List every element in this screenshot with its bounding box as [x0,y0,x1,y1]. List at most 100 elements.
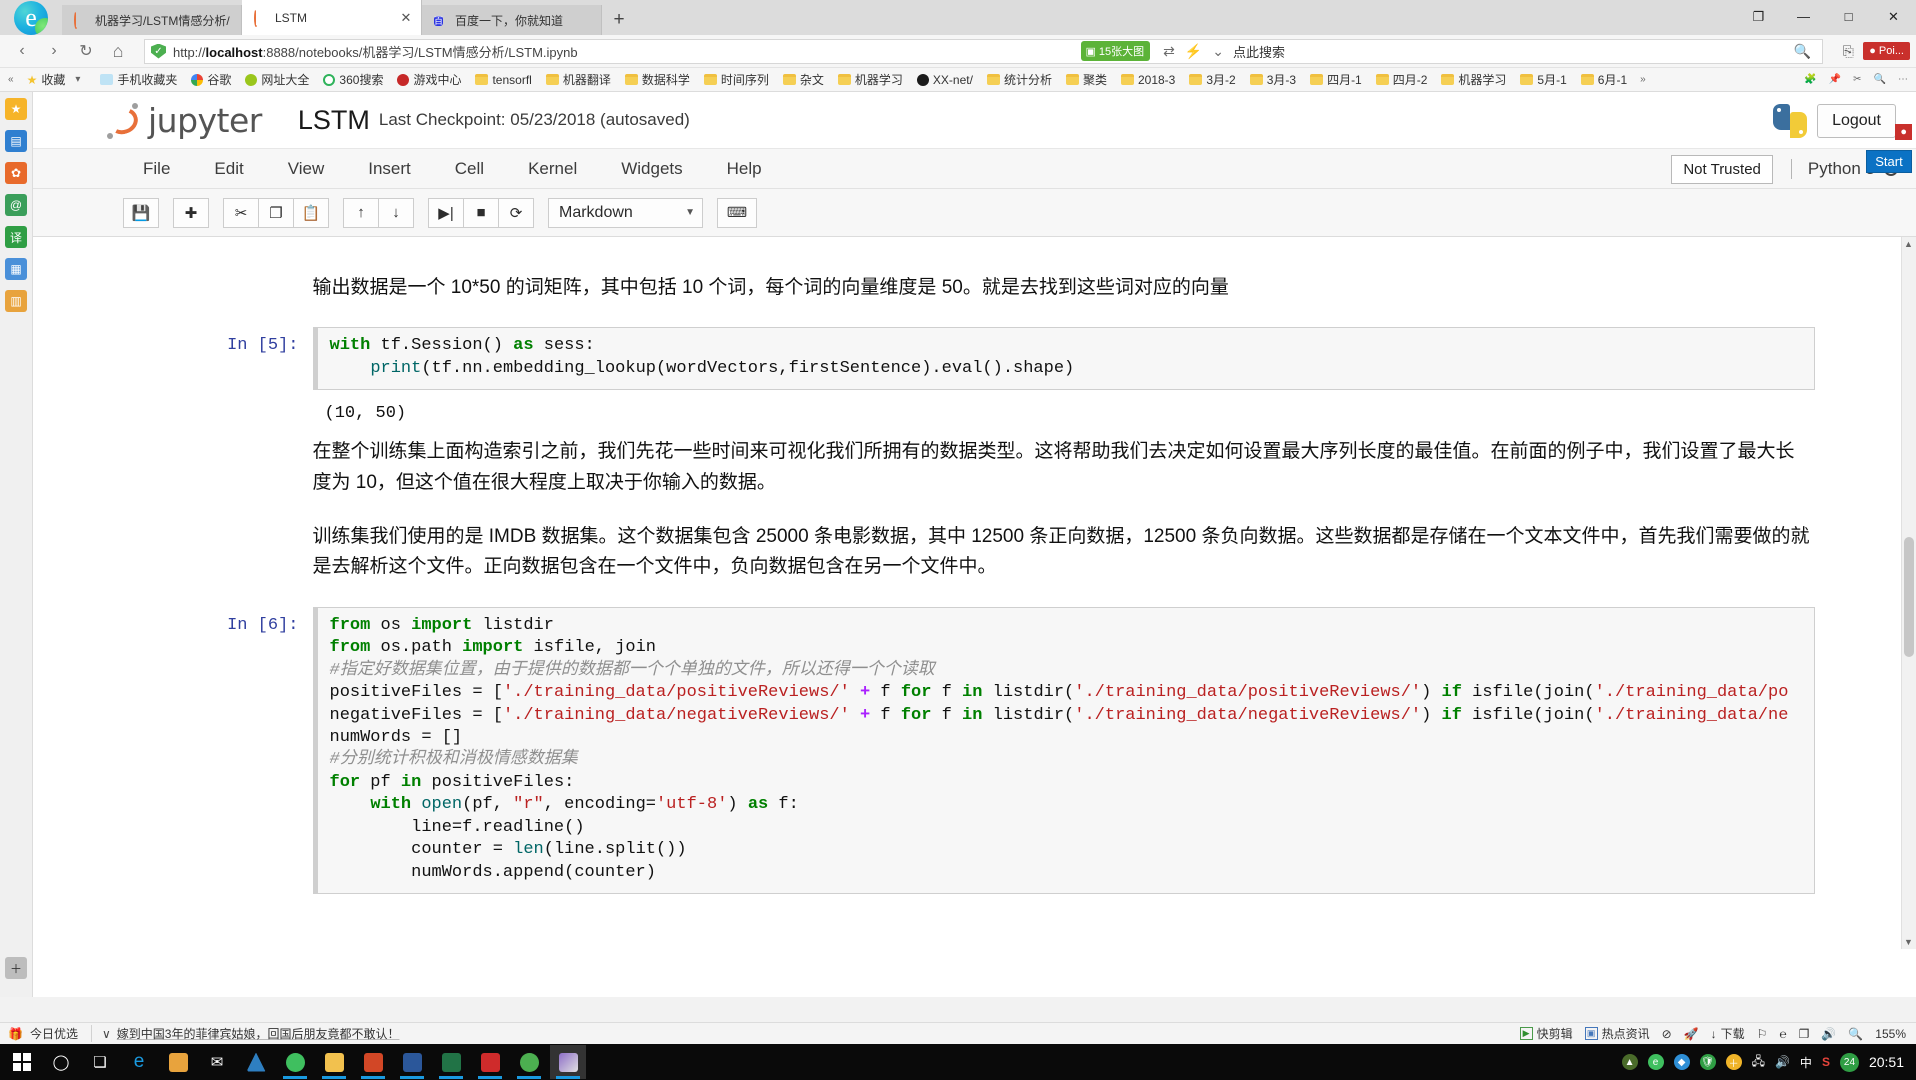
move-cell-down-button[interactable]: ↓ [378,197,414,228]
bookmark-item[interactable]: 3月-3 [1243,71,1303,88]
bookmark-item[interactable]: 聚类 [1059,71,1114,88]
menu-kernel[interactable]: Kernel [506,159,599,179]
extension-cut-icon[interactable]: ✂ [1847,74,1867,85]
poi-button[interactable]: ● Poi... [1863,42,1910,60]
menu-help[interactable]: Help [705,159,784,179]
translate-icon[interactable]: ⇄ [1158,43,1180,60]
window-icon[interactable]: ❐ [1799,1027,1810,1041]
sidebar-collect-icon[interactable]: ✿ [5,162,27,184]
search-hint-label[interactable]: 点此搜索 [1229,42,1285,61]
bookmarks-overflow-icon[interactable]: » [1634,74,1652,85]
hot-news-button[interactable]: ▣ 热点资讯 [1584,1025,1650,1042]
box-icon[interactable]: ◆ [1673,1054,1690,1070]
excel-icon[interactable] [433,1045,469,1079]
store-icon[interactable] [160,1045,196,1079]
trust-status-badge[interactable]: Not Trusted [1671,154,1773,184]
download-button[interactable]: ↓ 下载 [1711,1025,1745,1042]
cortana-icon[interactable]: ◯ [43,1045,79,1079]
paste-cell-button[interactable]: 📋 [293,197,329,228]
bookmark-item[interactable]: 手机收藏夹 [93,71,184,88]
bookmark-item[interactable]: 谷歌 [184,71,238,88]
foxmail-icon[interactable] [238,1045,274,1079]
insert-cell-below-button[interactable]: ✚ [173,197,209,228]
powerpoint-icon[interactable] [355,1045,391,1079]
wechat-icon[interactable] [511,1045,547,1079]
bookmark-item[interactable]: 机器翻译 [539,71,618,88]
back-icon[interactable]: ‹ [6,36,38,66]
search-icon[interactable]: 🔍 [1848,1027,1863,1041]
menu-insert[interactable]: Insert [346,159,433,179]
code-editor[interactable]: from os import listdir from os.path impo… [312,606,1815,895]
sidebar-note-icon[interactable]: ▦ [5,258,27,280]
browser-tab-1[interactable]: 机器学习/LSTM情感分析/ [62,5,242,35]
sidebar-mail-icon[interactable]: @ [5,194,27,216]
interrupt-kernel-button[interactable]: ■ [463,197,499,228]
ie-icon[interactable]: e [121,1045,157,1079]
cut-cell-button[interactable]: ✂ [223,197,259,228]
chevron-down-icon[interactable]: ⌄ [1207,43,1229,60]
bookmark-item[interactable]: 网址大全 [238,71,316,88]
bookmark-item[interactable]: 6月-1 [1574,71,1634,88]
menu-file[interactable]: File [121,159,192,179]
scrollbar-thumb[interactable] [1904,537,1914,657]
volume-icon[interactable]: 🔊 [1821,1027,1836,1041]
edge-icon[interactable] [277,1045,313,1079]
paint-icon[interactable] [550,1045,586,1079]
close-icon[interactable]: ✕ [399,10,413,26]
menu-edit[interactable]: Edit [192,159,265,179]
collapse-icon[interactable]: ∨ [102,1027,111,1041]
explorer-icon[interactable] [316,1045,352,1079]
taskview-icon[interactable]: ❏ [82,1045,118,1079]
close-window-icon[interactable]: ✕ [1871,0,1916,33]
notebook-scrollbar[interactable]: ▲ ▼ [1901,237,1916,949]
plus-icon[interactable]: ＋ [1725,1054,1742,1070]
bookmark-item[interactable]: 四月-2 [1369,71,1435,88]
maximize-icon[interactable]: □ [1826,0,1871,33]
sidebar-reading-icon[interactable]: ▤ [5,130,27,152]
restore-icon[interactable]: ❐ [1736,0,1781,33]
bookmark-item[interactable]: 数据科学 [618,71,697,88]
markdown-cell[interactable]: 输出数据是一个 10*50 的词矩阵，其中包括 10 个词，每个词的向量维度是 … [170,263,1815,317]
bookmark-item[interactable]: 统计分析 [980,71,1059,88]
browser-tab-2-active[interactable]: LSTM ✕ [242,0,422,35]
shield-icon[interactable]: 🛡 [1699,1054,1716,1070]
sidebar-book-icon[interactable]: ▥ [5,290,27,312]
zoom-level-label[interactable]: 155% [1875,1027,1906,1041]
menu-cell[interactable]: Cell [433,159,506,179]
sidebar-add-icon[interactable]: ＋ [5,957,27,979]
rocket-icon[interactable]: 🚀 [1684,1027,1699,1041]
notebook-name[interactable]: LSTM [298,105,370,136]
windows-icon[interactable] [4,1045,40,1079]
pdf-icon[interactable] [472,1045,508,1079]
bookmark-item[interactable]: 机器学习 [831,71,910,88]
extension-puzzle-icon[interactable]: 🧩 [1798,74,1822,85]
bookmark-item[interactable]: 3月-2 [1182,71,1242,88]
word-icon[interactable] [394,1045,430,1079]
flag-icon[interactable]: ⚐ [1757,1027,1768,1041]
side-notification-badge[interactable]: ● [1895,124,1912,140]
browser-tab-3[interactable]: 百 百度一下，你就知道 [422,5,602,35]
search-icon[interactable]: 🔍 [1789,43,1816,60]
restart-kernel-button[interactable]: ⟳ [498,197,534,228]
code-cell[interactable]: In [5]: with tf.Session() as sess: print… [170,327,1815,391]
bookmark-item[interactable]: XX-net/ [910,73,980,87]
logout-button[interactable]: Logout [1817,104,1896,138]
speed-icon[interactable]: ⊘ [1662,1027,1672,1041]
code-editor[interactable]: with tf.Session() as sess: print(tf.nn.e… [312,327,1815,391]
copy-cell-button[interactable]: ❐ [258,197,294,228]
move-cell-up-button[interactable]: ↑ [343,197,379,228]
reload-icon[interactable]: ↻ [70,36,102,66]
extension-pin-icon[interactable]: 📌 [1823,74,1847,85]
forward-icon[interactable]: › [38,36,70,66]
markdown-cell[interactable]: 在整个训练集上面构造索引之前，我们先花一些时间来可视化我们所拥有的数据类型。这将… [170,427,1815,512]
bookmark-item[interactable]: 时间序列 [697,71,776,88]
clock[interactable]: 20:51 [1869,1054,1904,1070]
bookmark-item[interactable]: ★ 收藏 ▾ [20,71,94,88]
bookmarks-collapse-icon[interactable]: « [2,74,20,85]
notebook-body[interactable]: 输出数据是一个 10*50 的词矩阵，其中包括 10 个词，每个词的向量维度是 … [33,237,1916,949]
ime-icon[interactable]: 中 [1800,1054,1812,1071]
command-palette-button[interactable]: ⌨ [717,197,757,228]
image-count-badge[interactable]: ▣ 15张大图 [1081,41,1151,61]
badge-24-icon[interactable]: 24 [1839,1052,1859,1072]
menu-view[interactable]: View [266,159,347,179]
